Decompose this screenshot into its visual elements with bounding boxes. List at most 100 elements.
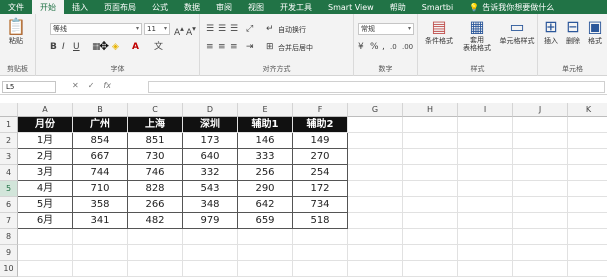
number-format-select[interactable]: 常规 ▾ — [358, 23, 414, 35]
column-header-I[interactable]: I — [458, 103, 513, 117]
column-header-B[interactable]: B — [73, 103, 128, 117]
cell-D7[interactable]: 979 — [183, 213, 238, 229]
cell-C7[interactable]: 482 — [128, 213, 183, 229]
cell-J5[interactable] — [513, 181, 568, 197]
cell-B1[interactable]: 广州 — [73, 117, 128, 133]
cell-B6[interactable]: 358 — [73, 197, 128, 213]
cell-A10[interactable] — [18, 261, 73, 277]
cell-D8[interactable] — [183, 229, 238, 245]
cell-I2[interactable] — [458, 133, 513, 149]
cell-E2[interactable]: 146 — [238, 133, 293, 149]
cell-D3[interactable]: 640 — [183, 149, 238, 165]
cell-H3[interactable] — [403, 149, 458, 165]
conditional-format-button[interactable]: ▤ 条件格式 — [420, 18, 458, 46]
cell-B9[interactable] — [73, 245, 128, 261]
cell-F7[interactable]: 518 — [293, 213, 348, 229]
cell-D9[interactable] — [183, 245, 238, 261]
cell-B8[interactable] — [73, 229, 128, 245]
column-header-F[interactable]: F — [293, 103, 348, 117]
cell-J1[interactable] — [513, 117, 568, 133]
align-top-icon[interactable]: ☰ — [206, 24, 214, 34]
cell-K2[interactable] — [568, 133, 607, 149]
cell-D1[interactable]: 深圳 — [183, 117, 238, 133]
cell-J4[interactable] — [513, 165, 568, 181]
cell-C9[interactable] — [128, 245, 183, 261]
cell-E3[interactable]: 333 — [238, 149, 293, 165]
cell-G8[interactable] — [348, 229, 403, 245]
bold-icon[interactable]: B — [50, 42, 57, 52]
insert-cells-button[interactable]: ⊞ 插入 — [540, 18, 562, 46]
tell-me-search[interactable]: 💡 告诉我你想要做什么 — [461, 0, 562, 14]
phonetic-icon[interactable]: 文 — [154, 42, 163, 52]
cell-J9[interactable] — [513, 245, 568, 261]
cell-F5[interactable]: 172 — [293, 181, 348, 197]
cell-F4[interactable]: 254 — [293, 165, 348, 181]
cell-G5[interactable] — [348, 181, 403, 197]
cell-D2[interactable]: 173 — [183, 133, 238, 149]
tab-10[interactable]: 帮助 — [382, 0, 414, 14]
cell-C8[interactable] — [128, 229, 183, 245]
row-header-1[interactable]: 1 — [0, 117, 18, 133]
cell-H4[interactable] — [403, 165, 458, 181]
paste-button[interactable]: 📋 粘贴 — [4, 18, 28, 46]
cell-H8[interactable] — [403, 229, 458, 245]
cell-C6[interactable]: 266 — [128, 197, 183, 213]
cell-G10[interactable] — [348, 261, 403, 277]
row-header-5[interactable]: 5 — [0, 181, 18, 197]
cell-C5[interactable]: 828 — [128, 181, 183, 197]
cell-A1[interactable]: 月份 — [18, 117, 73, 133]
cell-E6[interactable]: 642 — [238, 197, 293, 213]
align-center-icon[interactable]: ≡ — [218, 42, 226, 52]
cell-H2[interactable] — [403, 133, 458, 149]
underline-icon[interactable]: U — [73, 42, 80, 52]
cell-E8[interactable] — [238, 229, 293, 245]
cell-J3[interactable] — [513, 149, 568, 165]
cell-K9[interactable] — [568, 245, 607, 261]
formula-input[interactable] — [148, 81, 605, 93]
column-header-K[interactable]: K — [568, 103, 607, 117]
cell-I9[interactable] — [458, 245, 513, 261]
cell-K4[interactable] — [568, 165, 607, 181]
increase-decimal-icon[interactable]: .0 — [390, 42, 397, 52]
cell-A2[interactable]: 1月 — [18, 133, 73, 149]
cell-G1[interactable] — [348, 117, 403, 133]
column-header-H[interactable]: H — [403, 103, 458, 117]
cell-H7[interactable] — [403, 213, 458, 229]
cell-D10[interactable] — [183, 261, 238, 277]
delete-cells-button[interactable]: ⊟ 删除 — [562, 18, 584, 46]
cell-A7[interactable]: 6月 — [18, 213, 73, 229]
row-header-8[interactable]: 8 — [0, 229, 18, 245]
cell-H10[interactable] — [403, 261, 458, 277]
cancel-icon[interactable]: ✕ — [72, 81, 79, 90]
cell-K6[interactable] — [568, 197, 607, 213]
cell-F6[interactable]: 734 — [293, 197, 348, 213]
cell-E7[interactable]: 659 — [238, 213, 293, 229]
font-name-select[interactable]: 等线 ▾ — [50, 23, 142, 35]
merge-center-icon[interactable]: ⊞ — [266, 42, 274, 52]
cell-A4[interactable]: 3月 — [18, 165, 73, 181]
cell-K3[interactable] — [568, 149, 607, 165]
cell-I5[interactable] — [458, 181, 513, 197]
cell-J6[interactable] — [513, 197, 568, 213]
format-as-table-button[interactable]: ▦ 套用 表格格式 — [458, 18, 496, 53]
cell-B2[interactable]: 854 — [73, 133, 128, 149]
italic-icon[interactable]: I — [62, 42, 65, 52]
cell-I8[interactable] — [458, 229, 513, 245]
row-header-2[interactable]: 2 — [0, 133, 18, 149]
cell-G2[interactable] — [348, 133, 403, 149]
cell-K1[interactable] — [568, 117, 607, 133]
align-bottom-icon[interactable]: ☰ — [230, 24, 238, 34]
cell-K8[interactable] — [568, 229, 607, 245]
cell-A3[interactable]: 2月 — [18, 149, 73, 165]
decrease-decimal-icon[interactable]: .00 — [402, 42, 413, 52]
tab-5[interactable]: 数据 — [176, 0, 208, 14]
cell-E5[interactable]: 290 — [238, 181, 293, 197]
cell-I4[interactable] — [458, 165, 513, 181]
cell-E10[interactable] — [238, 261, 293, 277]
indent-icon[interactable]: ⇥ — [246, 42, 254, 52]
cell-K10[interactable] — [568, 261, 607, 277]
tab-4[interactable]: 公式 — [144, 0, 176, 14]
row-header-7[interactable]: 7 — [0, 213, 18, 229]
cell-A5[interactable]: 4月 — [18, 181, 73, 197]
wrap-text-button[interactable]: 自动换行 — [278, 25, 306, 35]
